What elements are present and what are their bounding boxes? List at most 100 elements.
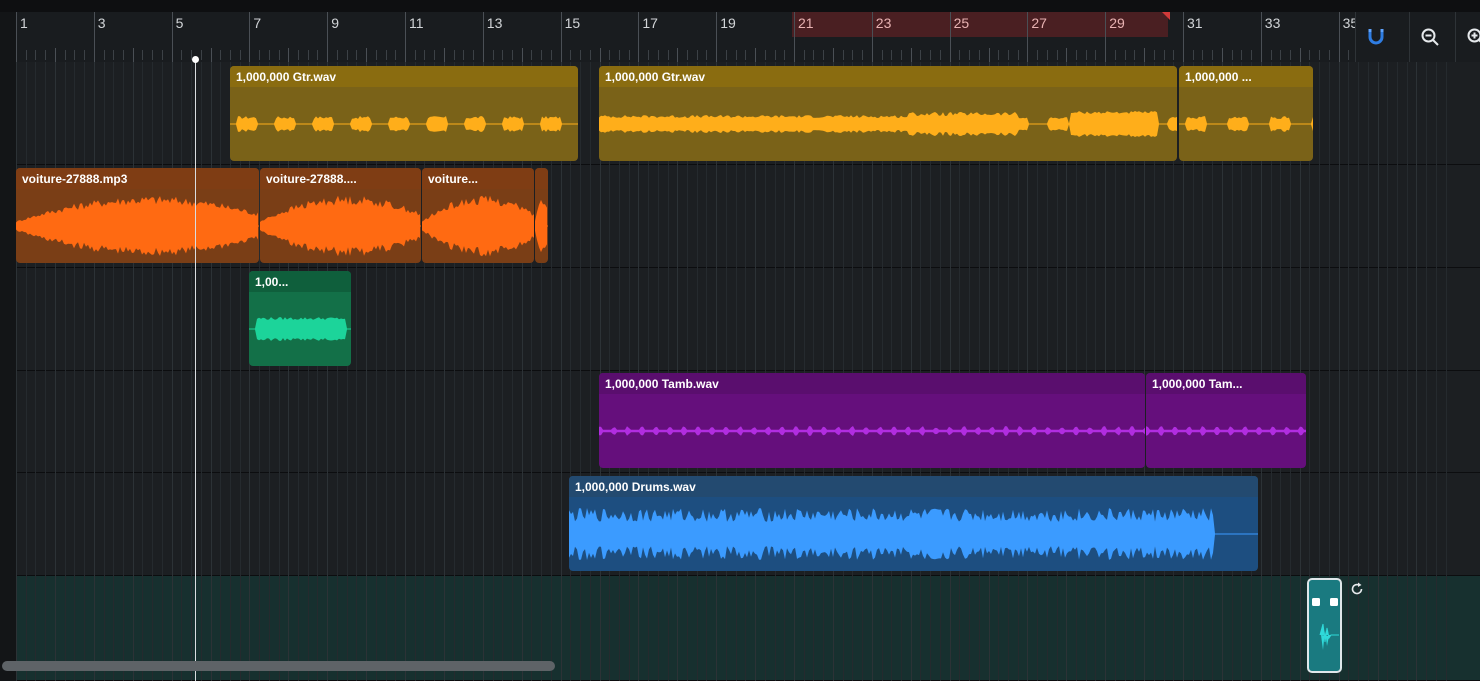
grid-line bbox=[375, 268, 377, 371]
voiture-track-clip[interactable]: voiture-27888.... bbox=[260, 168, 421, 263]
ruler-beat-tick bbox=[317, 50, 319, 60]
ruler-bar-tick bbox=[638, 12, 640, 62]
sampler-pad-clip[interactable] bbox=[1307, 578, 1342, 673]
ruler-bar-number: 27 bbox=[1031, 15, 1047, 31]
grid-line bbox=[1319, 268, 1321, 371]
grid-line bbox=[696, 268, 698, 371]
grid-line bbox=[161, 62, 163, 165]
grid-line bbox=[1202, 165, 1204, 268]
loop-end-marker[interactable] bbox=[1162, 12, 1171, 20]
zoom-in-button[interactable] bbox=[1455, 12, 1480, 62]
ruler-bar-tick bbox=[521, 48, 523, 62]
ruler-bar-tick bbox=[1221, 48, 1223, 62]
grid-line bbox=[385, 371, 387, 473]
grid-line bbox=[453, 473, 455, 576]
timeline-ruler[interactable]: 1 3 5 7 9 11 13 15 17 19 21 23 25 27 29 31 33 35 bbox=[0, 12, 1480, 62]
voiture-track-clip[interactable]: voiture-27888.mp3 bbox=[16, 168, 259, 263]
grid-line bbox=[842, 165, 844, 268]
grid-line bbox=[113, 473, 115, 576]
grid-line bbox=[84, 62, 86, 165]
ruler-beat-tick bbox=[424, 50, 426, 60]
waveform bbox=[1146, 426, 1306, 436]
grid-line bbox=[1202, 268, 1204, 371]
ruler-bar-tick bbox=[1183, 12, 1184, 62]
ruler-beat-tick bbox=[1319, 50, 1321, 60]
ruler-beat-tick bbox=[1173, 50, 1175, 60]
grid-line bbox=[881, 268, 883, 371]
clip-header[interactable] bbox=[535, 168, 548, 189]
snap-button[interactable] bbox=[1355, 12, 1395, 62]
ruler-bar-number: 19 bbox=[720, 15, 736, 31]
tamb-track-clip[interactable]: 1,000,000 Tamb.wav bbox=[599, 373, 1145, 468]
grid-line bbox=[1299, 268, 1301, 371]
grid-line bbox=[259, 371, 261, 473]
grid-line bbox=[550, 473, 552, 576]
grid-line bbox=[1095, 576, 1097, 681]
playhead-line[interactable] bbox=[195, 59, 196, 681]
grid-line bbox=[1153, 268, 1155, 371]
grid-line bbox=[1358, 62, 1360, 165]
zoom-out-button[interactable] bbox=[1409, 12, 1449, 62]
ruler-bar-tick bbox=[1338, 12, 1340, 62]
grid-line bbox=[122, 371, 124, 473]
voiture-track-clip[interactable]: voiture... bbox=[422, 168, 534, 263]
grid-line bbox=[755, 576, 757, 681]
grid-line bbox=[725, 576, 727, 681]
grid-line bbox=[298, 371, 300, 473]
grid-line bbox=[142, 268, 144, 371]
guitar-track-clip[interactable]: 1,000,000 ... bbox=[1179, 66, 1313, 161]
ruler-bar-tick bbox=[132, 48, 134, 62]
guitar-track-clip[interactable]: 1,000,000 Gtr.wav bbox=[230, 66, 578, 161]
grid-line bbox=[1027, 576, 1029, 681]
grid-line bbox=[1163, 268, 1165, 371]
green-track-lane[interactable] bbox=[0, 268, 1480, 371]
voiture-track-clip[interactable] bbox=[535, 168, 548, 263]
grid-line bbox=[142, 62, 144, 165]
loop-refresh-icon[interactable] bbox=[1349, 581, 1365, 597]
green-track-clip[interactable]: 1,00... bbox=[249, 271, 351, 366]
ruler-beat-tick bbox=[1309, 50, 1311, 60]
grid-line bbox=[550, 268, 552, 371]
grid-line bbox=[755, 165, 757, 268]
grid-line bbox=[823, 576, 825, 681]
grid-line bbox=[1037, 268, 1039, 371]
grid-line bbox=[191, 62, 193, 165]
drums-track-clip[interactable]: 1,000,000 Drums.wav bbox=[569, 476, 1258, 571]
grid-line bbox=[1358, 165, 1360, 268]
grid-line bbox=[171, 473, 173, 576]
waveform bbox=[599, 111, 1177, 137]
grid-line bbox=[64, 268, 66, 371]
ruler-bar-tick bbox=[327, 12, 329, 62]
grid-line bbox=[628, 576, 630, 681]
guitar-track-clip[interactable]: 1,000,000 Gtr.wav bbox=[599, 66, 1177, 161]
playhead-handle[interactable] bbox=[192, 56, 199, 63]
ruler-beat-tick bbox=[784, 50, 786, 60]
horizontal-scrollbar[interactable] bbox=[2, 661, 555, 671]
grid-line bbox=[1387, 473, 1389, 576]
grid-line bbox=[1426, 165, 1428, 268]
ruler-beat-tick bbox=[385, 50, 387, 60]
grid-line bbox=[1037, 576, 1039, 681]
grid-line bbox=[25, 62, 27, 165]
grid-line bbox=[35, 62, 37, 165]
ruler-bar-tick bbox=[93, 12, 95, 62]
grid-line bbox=[288, 473, 290, 576]
grid-line bbox=[152, 371, 154, 473]
grid-line bbox=[25, 473, 27, 576]
grid-line bbox=[298, 473, 300, 576]
grid-line bbox=[1435, 268, 1437, 371]
tamb-track-clip[interactable]: 1,000,000 Tam... bbox=[1146, 373, 1306, 468]
grid-line bbox=[1066, 165, 1068, 268]
grid-line bbox=[210, 473, 212, 576]
grid-line bbox=[366, 268, 368, 371]
grid-line bbox=[949, 268, 951, 371]
grid-line bbox=[1328, 371, 1330, 473]
grid-line bbox=[1105, 576, 1107, 681]
grid-line bbox=[502, 371, 504, 473]
grid-line bbox=[220, 62, 222, 165]
grid-line bbox=[677, 165, 679, 268]
grid-line bbox=[152, 268, 154, 371]
grid-line bbox=[550, 165, 552, 268]
ruler-beat-tick bbox=[200, 50, 202, 60]
ruler-bar-number: 13 bbox=[486, 15, 503, 31]
